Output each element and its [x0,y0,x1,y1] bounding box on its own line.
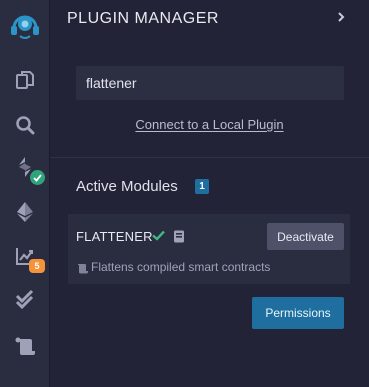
panel-title: PLUGIN MANAGER [67,10,219,27]
scroll-small-icon [78,264,88,274]
compiled-check-badge [30,170,45,185]
remix-logo-icon[interactable] [0,6,50,44]
plugin-manager-panel: PLUGIN MANAGER Connect to a Local Plugin… [50,0,369,387]
search-icon[interactable] [0,109,50,141]
connect-local-plugin-link[interactable]: Connect to a Local Plugin [50,117,369,132]
icon-panel: 5 [0,0,50,387]
ethereum-deploy-icon[interactable] [0,196,50,228]
documentation-icon[interactable] [173,230,185,243]
section-divider [50,157,369,158]
plugin-description: Flattens compiled smart contracts [91,260,271,274]
verified-check-icon [152,230,165,241]
file-explorer-icon[interactable] [0,64,50,96]
double-check-icon[interactable] [0,283,50,315]
permissions-button[interactable]: Permissions [252,297,344,329]
chevron-right-icon[interactable] [337,10,347,24]
active-modules-heading: Active Modules [76,178,178,195]
deactivate-button[interactable]: Deactivate [267,223,344,250]
analysis-count-badge: 5 [29,259,45,273]
scroll-icon[interactable] [0,330,50,362]
plugin-search-input[interactable] [76,66,344,100]
active-modules-count-badge: 1 [195,179,209,194]
plugin-name: FLATTENER [76,229,153,244]
plugin-card: FLATTENER Deactivate Flattens compiled s… [68,214,350,284]
